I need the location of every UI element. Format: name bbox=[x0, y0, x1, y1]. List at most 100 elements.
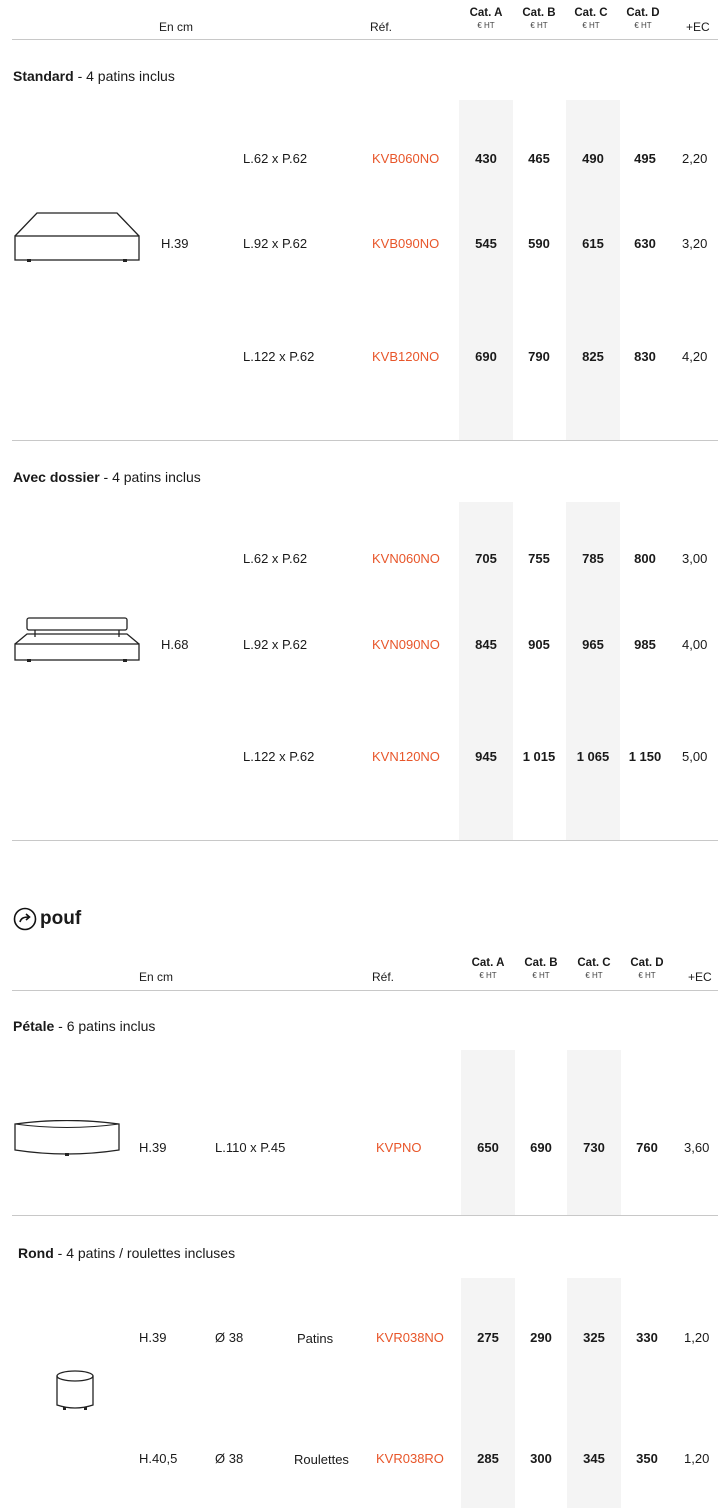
row-ec: 3,00 bbox=[682, 551, 708, 566]
row-reference: KVB120NO bbox=[372, 349, 440, 364]
height-standard: H.39 bbox=[161, 236, 189, 251]
row-dimension: L.110 x P.45 bbox=[215, 1140, 286, 1155]
row-reference: KVN120NO bbox=[372, 749, 440, 764]
row-dimension: L.92 x P.62 bbox=[243, 637, 308, 652]
price-cat-b: 465 bbox=[528, 151, 550, 166]
row-dimension: L.62 x P.62 bbox=[243, 151, 308, 166]
row-ec: 3,20 bbox=[682, 236, 708, 251]
price-cat-b: 590 bbox=[528, 236, 550, 251]
price-cat-b: 905 bbox=[528, 637, 550, 652]
row-reference: KVPNO bbox=[376, 1140, 422, 1155]
cat-d-header: Cat. D € HT bbox=[626, 7, 660, 30]
row-ec: 1,20 bbox=[684, 1330, 710, 1345]
ref-label: Réf. bbox=[372, 970, 395, 984]
cat-d-header: Cat. D € HT bbox=[630, 957, 664, 980]
header-divider bbox=[12, 990, 718, 991]
price-cat-d: 985 bbox=[634, 637, 656, 652]
section-title-standard: Standard - 4 patins inclus bbox=[13, 68, 175, 84]
price-cat-a: 845 bbox=[475, 637, 497, 652]
price-cat-b: 290 bbox=[530, 1330, 552, 1345]
price-cat-c: 785 bbox=[582, 551, 604, 566]
price-cat-c: 345 bbox=[583, 1451, 605, 1466]
price-cat-d: 1 150 bbox=[628, 749, 662, 764]
cat-c-band bbox=[567, 1278, 621, 1508]
row-ec: 5,00 bbox=[682, 749, 708, 764]
row-dimension: L.92 x P.62 bbox=[243, 236, 308, 251]
row-dimension: L.62 x P.62 bbox=[243, 551, 308, 566]
row-ec: 4,20 bbox=[682, 349, 708, 364]
bench-icon bbox=[13, 210, 141, 266]
price-cat-a: 545 bbox=[475, 236, 497, 251]
cat-c-header: Cat. C € HT bbox=[574, 7, 608, 30]
cat-a-header: Cat. A € HT bbox=[471, 957, 505, 980]
price-cat-c: 965 bbox=[582, 637, 604, 652]
row-reference: KVB060NO bbox=[372, 151, 440, 166]
price-cat-b: 300 bbox=[530, 1451, 552, 1466]
height-avec-dossier: H.68 bbox=[161, 637, 189, 652]
row-dimension: L.122 x P.62 bbox=[243, 749, 315, 764]
price-cat-b: 755 bbox=[528, 551, 550, 566]
price-cat-b: 1 015 bbox=[522, 749, 556, 764]
cat-a-band bbox=[461, 1050, 515, 1215]
price-cat-b: 790 bbox=[528, 349, 550, 364]
price-cat-d: 830 bbox=[634, 349, 656, 364]
row-ec: 1,20 bbox=[684, 1451, 710, 1466]
price-cat-d: 760 bbox=[636, 1140, 658, 1155]
cat-a-header: Cat. A € HT bbox=[469, 7, 503, 30]
row-ec: 2,20 bbox=[682, 151, 708, 166]
price-cat-a: 705 bbox=[475, 551, 497, 566]
price-cat-d: 330 bbox=[636, 1330, 658, 1345]
row-reference: KVR038RO bbox=[376, 1451, 444, 1466]
price-cat-a: 285 bbox=[477, 1451, 499, 1466]
ec-label: +EC bbox=[688, 970, 712, 984]
ref-label: Réf. bbox=[370, 20, 393, 34]
price-cat-d: 495 bbox=[634, 151, 656, 166]
section-title-avec-dossier: Avec dossier - 4 patins inclus bbox=[13, 469, 201, 485]
row-dimension: Ø 38 bbox=[215, 1330, 244, 1345]
price-cat-d: 630 bbox=[634, 236, 656, 251]
cat-b-header: Cat. B € HT bbox=[524, 957, 558, 980]
cat-c-band bbox=[567, 1050, 621, 1215]
row-ec: 4,00 bbox=[682, 637, 708, 652]
section-divider bbox=[12, 840, 718, 841]
price-cat-c: 615 bbox=[582, 236, 604, 251]
section-divider bbox=[12, 1215, 718, 1216]
row-reference: KVR038NO bbox=[376, 1330, 444, 1345]
row-reference: KVB090NO bbox=[372, 236, 440, 251]
cat-a-band bbox=[461, 1278, 515, 1508]
pouf-title: pouf bbox=[40, 908, 82, 929]
row-height: H.39 bbox=[139, 1330, 167, 1345]
arrow-circle-icon bbox=[13, 907, 37, 936]
price-cat-c: 730 bbox=[583, 1140, 605, 1155]
price-cat-a: 945 bbox=[475, 749, 497, 764]
row-reference: KVN090NO bbox=[372, 637, 440, 652]
price-cat-a: 430 bbox=[475, 151, 497, 166]
row-type: Patins bbox=[297, 1331, 334, 1346]
section-title-rond: Rond - 4 patins / roulettes incluses bbox=[18, 1245, 236, 1261]
ec-label: +EC bbox=[686, 20, 710, 34]
row-height: H.40,5 bbox=[139, 1451, 178, 1466]
petale-pouf-icon bbox=[13, 1120, 121, 1160]
cat-b-header: Cat. B € HT bbox=[522, 7, 556, 30]
bench-with-backrest-icon bbox=[13, 616, 141, 664]
price-cat-b: 690 bbox=[530, 1140, 552, 1155]
price-cat-d: 800 bbox=[634, 551, 656, 566]
price-cat-a: 275 bbox=[477, 1330, 499, 1345]
cat-c-header: Cat. C € HT bbox=[577, 957, 611, 980]
en-cm-label: En cm bbox=[159, 20, 194, 34]
price-cat-c: 825 bbox=[582, 349, 604, 364]
price-cat-a: 650 bbox=[477, 1140, 499, 1155]
row-dimension: L.122 x P.62 bbox=[243, 349, 315, 364]
row-ec: 3,60 bbox=[684, 1140, 710, 1155]
price-cat-d: 350 bbox=[636, 1451, 658, 1466]
header-divider bbox=[12, 39, 718, 40]
price-cat-c: 1 065 bbox=[576, 749, 610, 764]
row-reference: KVN060NO bbox=[372, 551, 440, 566]
row-dimension: Ø 38 bbox=[215, 1451, 244, 1466]
row-height: H.39 bbox=[139, 1140, 167, 1155]
price-cat-c: 325 bbox=[583, 1330, 605, 1345]
section-title-petale: Pétale - 6 patins inclus bbox=[13, 1018, 156, 1034]
row-type: Roulettes bbox=[294, 1452, 349, 1467]
price-cat-a: 690 bbox=[475, 349, 497, 364]
en-cm-label: En cm bbox=[139, 970, 174, 984]
